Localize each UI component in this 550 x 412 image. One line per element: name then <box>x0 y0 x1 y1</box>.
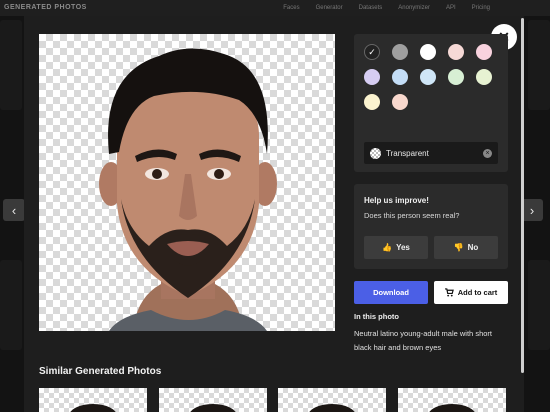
feedback-no-label: No <box>467 243 479 252</box>
color-swatch[interactable] <box>448 69 464 85</box>
background-select[interactable]: Transparent × <box>364 142 498 164</box>
background-header: GENERATED PHOTOS Faces Generator Dataset… <box>0 0 550 16</box>
thumbs-up-icon: 👍 <box>382 243 393 252</box>
scrollbar-thumb[interactable] <box>521 18 524 373</box>
feedback-question: Does this person seem real? <box>364 211 460 220</box>
hair-shape <box>189 404 237 412</box>
face-illustration <box>99 48 277 331</box>
thumbs-down-icon: 👎 <box>453 243 464 252</box>
similar-photos-title: Similar Generated Photos <box>39 366 162 377</box>
nav-link-datasets[interactable]: Datasets <box>359 5 383 11</box>
color-swatch[interactable] <box>392 44 408 60</box>
in-photo-description: Neutral latino young-adult male with sho… <box>354 329 492 352</box>
hair-shape <box>69 404 117 412</box>
feedback-yes-label: Yes <box>396 243 410 252</box>
background-color-panel: ✓ Transparent × <box>354 34 508 172</box>
cart-icon <box>444 288 454 297</box>
chevron-left-icon: ‹ <box>11 202 17 218</box>
previous-photo-button[interactable]: ‹ <box>3 199 25 221</box>
nav-link-generator[interactable]: Generator <box>316 5 343 11</box>
download-button[interactable]: Download <box>354 281 428 304</box>
background-select-label: Transparent <box>386 148 429 158</box>
swatch-none-selected[interactable]: ✓ <box>364 44 380 60</box>
generated-face-photo <box>39 34 335 331</box>
color-swatch[interactable] <box>364 94 380 110</box>
photo-detail-modal: ✕ ✓ Transparent × Help us improve! Does … <box>24 16 524 412</box>
clear-icon[interactable]: × <box>483 148 492 158</box>
feedback-title: Help us improve! <box>364 196 429 205</box>
similar-photo-thumbnail[interactable] <box>39 388 147 412</box>
nav-link-pricing[interactable]: Pricing <box>472 5 490 11</box>
chevron-right-icon: › <box>529 202 535 218</box>
transparent-icon <box>370 147 381 159</box>
color-swatch[interactable] <box>420 69 436 85</box>
color-swatch[interactable] <box>476 44 492 60</box>
color-swatch[interactable] <box>392 94 408 110</box>
feedback-yes-button[interactable]: 👍 Yes <box>364 236 428 259</box>
next-photo-button[interactable]: › <box>521 199 543 221</box>
check-icon: ✓ <box>368 46 376 57</box>
nav-link-faces[interactable]: Faces <box>283 5 299 11</box>
site-nav: Faces Generator Datasets Anonymizer API … <box>283 5 490 11</box>
color-swatch[interactable] <box>364 69 380 85</box>
color-swatch[interactable] <box>392 69 408 85</box>
add-to-cart-label: Add to cart <box>457 288 498 297</box>
site-logo[interactable]: GENERATED PHOTOS <box>4 4 87 11</box>
similar-photo-thumbnail[interactable] <box>278 388 386 412</box>
similar-photo-thumbnail[interactable] <box>159 388 267 412</box>
in-photo-title: In this photo <box>354 312 399 321</box>
color-swatch[interactable] <box>476 69 492 85</box>
feedback-panel: Help us improve! Does this person seem r… <box>354 184 508 269</box>
feedback-no-button[interactable]: 👎 No <box>434 236 498 259</box>
nav-link-api[interactable]: API <box>446 5 456 11</box>
hair-shape <box>308 404 356 412</box>
similar-photo-thumbnail[interactable] <box>398 388 506 412</box>
color-swatch[interactable] <box>448 44 464 60</box>
hair-shape <box>428 404 476 412</box>
nav-link-anonymizer[interactable]: Anonymizer <box>398 5 430 11</box>
color-swatch[interactable] <box>420 44 436 60</box>
add-to-cart-button[interactable]: Add to cart <box>434 281 508 304</box>
